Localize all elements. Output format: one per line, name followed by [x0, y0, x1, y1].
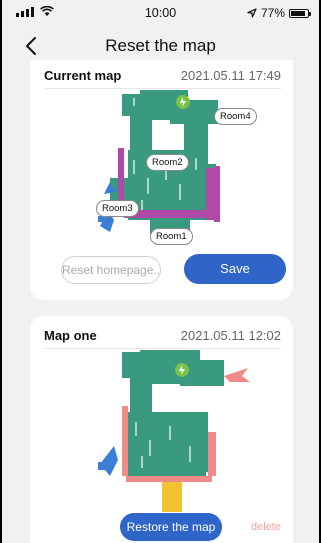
- map-one-image[interactable]: [30, 316, 297, 543]
- battery-fill: [291, 10, 305, 16]
- restore-map-button[interactable]: Restore the map: [120, 513, 222, 541]
- map-one-card: Map one 2021.05.11 12:02: [30, 316, 293, 543]
- phone-screen: 10:00 77% Reset the map Current map 2021…: [0, 0, 321, 543]
- delete-link[interactable]: delete: [251, 521, 281, 533]
- reset-homepage-button[interactable]: Reset homepage...: [61, 256, 161, 284]
- status-right: 77%: [247, 6, 311, 20]
- location-icon: [247, 8, 257, 18]
- map-one-charger-icon: [175, 363, 189, 377]
- nav-bar: Reset the map: [2, 28, 319, 64]
- charger-icon: [176, 95, 190, 109]
- map-one-blue-area: [98, 446, 118, 476]
- room-label-1[interactable]: Room1: [150, 228, 193, 245]
- room-label-2[interactable]: Room2: [146, 154, 189, 171]
- battery-percent: 77%: [260, 6, 285, 20]
- save-button[interactable]: Save: [184, 254, 286, 284]
- page-title: Reset the map: [105, 36, 216, 55]
- battery-icon: [289, 8, 311, 18]
- status-bar: 10:00 77%: [2, 0, 319, 26]
- map-one-yellow-area: [162, 482, 182, 512]
- current-map-card: Current map 2021.05.11 17:49 Room4 Room2…: [30, 60, 293, 300]
- room-label-4[interactable]: Room4: [214, 108, 257, 125]
- room-label-3[interactable]: Room3: [96, 200, 139, 217]
